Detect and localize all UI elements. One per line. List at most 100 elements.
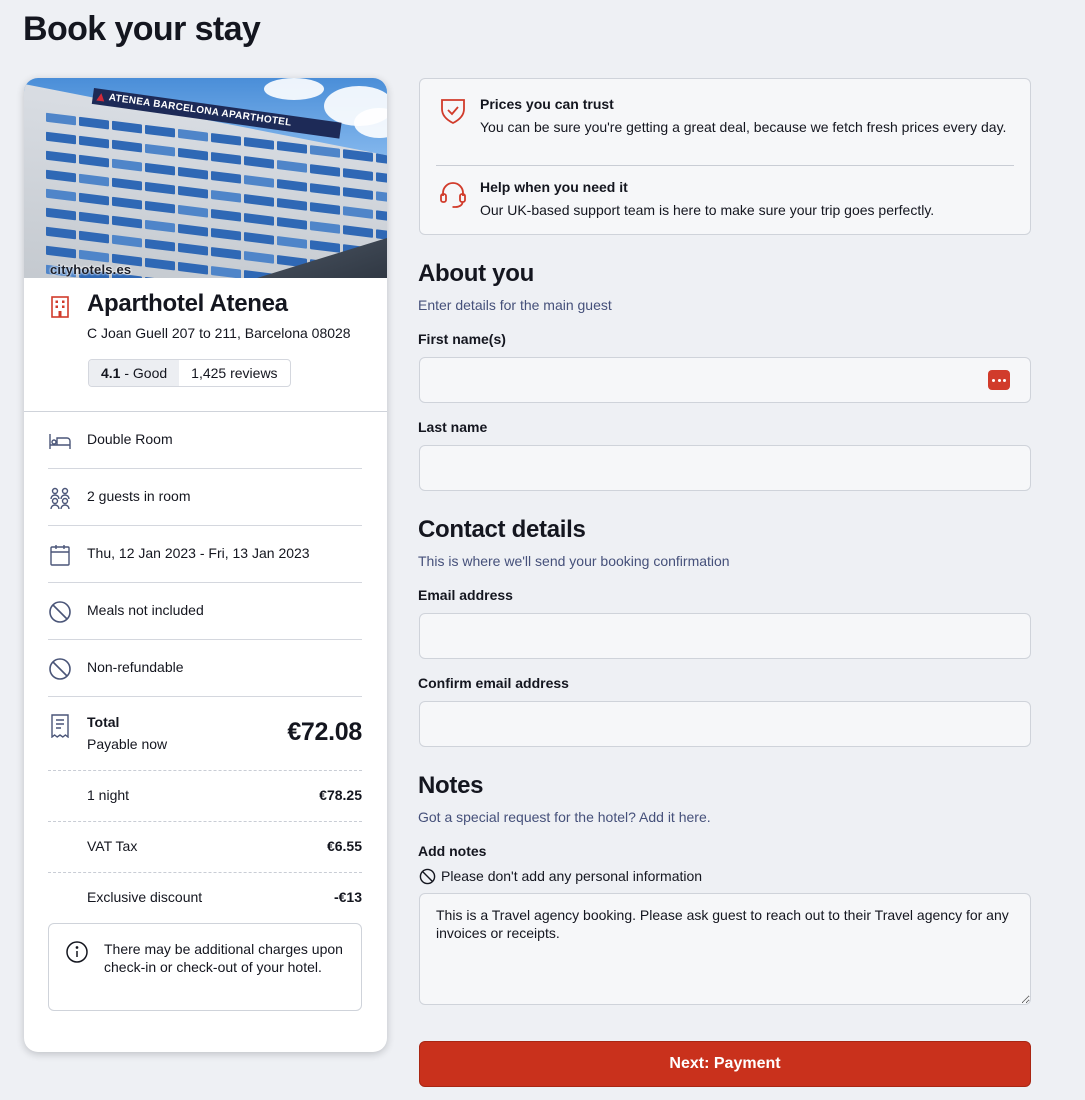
review-count: 1,425 reviews <box>191 365 278 381</box>
email-input[interactable] <box>419 613 1031 659</box>
building-window <box>79 155 109 168</box>
building-window <box>112 159 142 172</box>
last-name-input[interactable] <box>419 445 1031 491</box>
hotel-name: Aparthotel Atenea <box>87 290 288 317</box>
building-window <box>145 201 175 214</box>
about-you-subtitle: Enter details for the main guest <box>418 297 612 313</box>
building-window <box>343 149 373 162</box>
building-window <box>145 258 175 271</box>
building-window <box>145 277 175 278</box>
building-window <box>343 206 373 219</box>
building-window <box>244 137 274 150</box>
building-window <box>79 231 109 244</box>
building-window <box>211 209 241 222</box>
building-window <box>310 164 340 177</box>
non-refundable-icon <box>49 658 71 680</box>
calendar-icon <box>50 545 70 566</box>
building-window <box>112 121 142 134</box>
building-window <box>178 243 208 256</box>
building-window <box>112 178 142 191</box>
building-window <box>178 262 208 275</box>
no-meals-icon <box>49 601 71 623</box>
trust-desc: Our UK-based support team is here to mak… <box>480 202 935 218</box>
hotel-summary-card: ATENEA BARCELONA APARTHOTEL cityhotels.e… <box>24 78 387 1052</box>
additional-charges-text: There may be additional charges upon che… <box>104 941 343 975</box>
page-title: Book your stay <box>23 10 261 48</box>
divider <box>436 165 1014 166</box>
price-line-discount: Exclusive discount -€13 <box>48 872 362 923</box>
building-window <box>46 132 76 145</box>
price-line-amount: -€13 <box>333 889 362 905</box>
price-line-amount: €6.55 <box>326 838 362 854</box>
room-type-label: Double Room <box>87 431 173 447</box>
building-window <box>79 250 109 263</box>
building-window <box>112 197 142 210</box>
building-window <box>112 216 142 229</box>
building-window <box>145 220 175 233</box>
building-window <box>310 240 340 253</box>
trust-title: Prices you can trust <box>480 96 614 112</box>
price-line-nights: 1 night €78.25 <box>48 770 362 821</box>
building-window <box>145 163 175 176</box>
next-payment-button[interactable]: Next: Payment <box>419 1041 1031 1087</box>
building-window <box>79 193 109 206</box>
guests-label: 2 guests in room <box>87 488 191 504</box>
building-window <box>46 113 76 126</box>
privacy-warning-text: Please don't add any personal informatio… <box>441 868 703 884</box>
total-price: Total Payable now €72.08 <box>48 698 362 771</box>
trust-panel: Prices you can trust You can be sure you… <box>419 78 1031 235</box>
shield-check-icon <box>441 99 465 125</box>
price-line-vat: VAT Tax €6.55 <box>48 821 362 872</box>
building-window <box>46 189 76 202</box>
refund-label: Non-refundable <box>87 659 184 675</box>
building-window <box>376 172 387 185</box>
building-window <box>376 210 387 223</box>
building-window <box>178 224 208 237</box>
building-window <box>178 205 208 218</box>
building-window <box>211 152 241 165</box>
building-window <box>277 179 307 192</box>
building-window <box>145 239 175 252</box>
building-window <box>211 190 241 203</box>
building-window <box>277 217 307 230</box>
price-line-label: VAT Tax <box>87 838 138 854</box>
building-window <box>145 144 175 157</box>
building-window <box>46 170 76 183</box>
refund-row: Non-refundable <box>48 640 362 697</box>
building-window <box>244 251 274 264</box>
prohibited-icon <box>419 868 436 885</box>
confirm-email-input[interactable] <box>419 701 1031 747</box>
info-icon <box>66 941 88 963</box>
building-window <box>211 133 241 146</box>
email-label: Email address <box>418 587 513 603</box>
trust-desc: You can be sure you're getting a great d… <box>480 119 1007 135</box>
building-window <box>376 191 387 204</box>
bed-icon <box>49 434 71 449</box>
building-window <box>46 227 76 240</box>
headset-icon <box>440 182 466 208</box>
price-line-amount: €78.25 <box>319 787 362 803</box>
building-window <box>244 213 274 226</box>
building-window <box>277 198 307 211</box>
rating-score: 4.1 - Good <box>89 360 180 386</box>
building-window <box>244 232 274 245</box>
contact-details-heading: Contact details <box>418 516 586 543</box>
building-window <box>310 221 340 234</box>
building-window <box>46 151 76 164</box>
building-window <box>277 160 307 173</box>
notes-textarea[interactable]: This is a Travel agency booking. Please … <box>419 893 1031 1005</box>
building-window <box>79 136 109 149</box>
contact-details-subtitle: This is where we'll send your booking co… <box>418 553 730 569</box>
photo-watermark: cityhotels.es <box>50 262 132 277</box>
rating-badge[interactable]: 4.1 - Good 1,425 reviews <box>88 359 291 387</box>
building-window <box>145 125 175 138</box>
building-window <box>244 175 274 188</box>
password-manager-icon[interactable] <box>988 370 1010 390</box>
receipt-icon <box>51 714 69 738</box>
building-window <box>310 183 340 196</box>
first-name-input[interactable] <box>419 357 1031 403</box>
building-window <box>376 153 387 166</box>
meals-row: Meals not included <box>48 583 362 640</box>
price-line-label: Exclusive discount <box>87 889 203 905</box>
building-window <box>46 208 76 221</box>
